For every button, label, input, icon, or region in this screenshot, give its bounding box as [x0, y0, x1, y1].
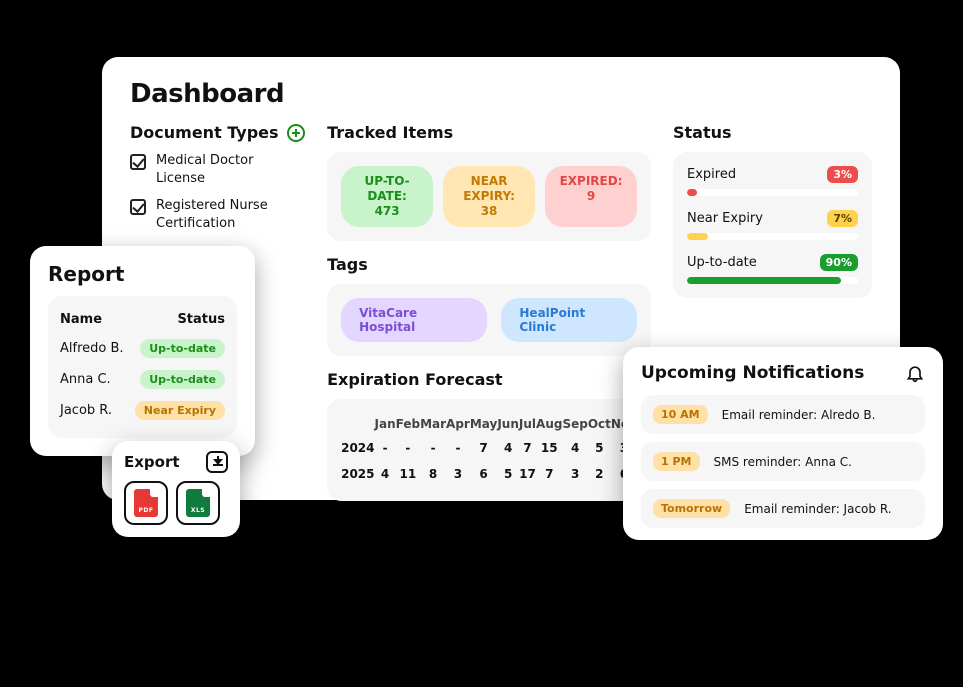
notification-time: Tomorrow [653, 499, 730, 518]
doc-type-item[interactable]: Registered Nurse Certification [130, 197, 305, 232]
download-icon[interactable] [206, 451, 228, 473]
export-pdf-button[interactable]: PDF [124, 481, 168, 525]
status-badge: 90% [820, 254, 858, 271]
notification-text: SMS reminder: Anna C. [714, 455, 852, 469]
forecast-header-row: JanFebMarAprMayJunJulAugSepOctNov [341, 413, 637, 435]
forecast-heading: Expiration Forecast [327, 370, 651, 389]
status-chip: Near Expiry [135, 401, 225, 420]
forecast-row: 2025 4118365177326 [341, 461, 637, 487]
notification-text: Email reminder: Jacob R. [744, 502, 891, 516]
report-card: Report Name Status Alfredo B. Up-to-date… [30, 246, 255, 456]
notification-time: 10 AM [653, 405, 708, 424]
report-row[interactable]: Alfredo B. Up-to-date [60, 333, 225, 364]
status-chip: Up-to-date [140, 339, 225, 358]
status-bar-fill [687, 233, 708, 240]
add-doc-type-icon[interactable] [287, 124, 305, 142]
tracked-stat-expired[interactable]: EXPIRED: 9 [545, 166, 637, 227]
status-bar-fill [687, 277, 841, 284]
notification-item[interactable]: Tomorrow Email reminder: Jacob R. [641, 489, 925, 528]
tag-vitacare[interactable]: VitaCare Hospital [341, 298, 487, 342]
status-panel: Expired 3% Near Expiry 7% [673, 152, 872, 298]
tracked-heading: Tracked Items [327, 123, 651, 142]
notifications-card: Upcoming Notifications 10 AM Email remin… [623, 347, 943, 540]
tag-healpoint[interactable]: HealPoint Clinic [501, 298, 637, 342]
xls-icon: XLS [186, 489, 210, 517]
doc-types-heading: Document Types [130, 123, 305, 142]
tracked-stat-uptodate[interactable]: UP-TO-DATE: 473 [341, 166, 433, 227]
tags-panel: VitaCare Hospital HealPoint Clinic [327, 284, 651, 356]
report-row[interactable]: Anna C. Up-to-date [60, 364, 225, 395]
notification-text: Email reminder: Alredo B. [722, 408, 876, 422]
status-bar-fill [687, 189, 697, 196]
report-header-row: Name Status [60, 306, 225, 333]
notification-item[interactable]: 10 AM Email reminder: Alredo B. [641, 395, 925, 434]
status-badge: 3% [827, 166, 858, 183]
status-heading: Status [673, 123, 872, 142]
status-nearexpiry: Near Expiry 7% [687, 210, 858, 240]
bell-icon[interactable] [905, 363, 925, 383]
checkbox-icon[interactable] [130, 154, 146, 170]
tracked-stat-nearexpiry[interactable]: NEAR EXPIRY: 38 [443, 166, 535, 227]
tracked-panel: UP-TO-DATE: 473 NEAR EXPIRY: 38 EXPIRED:… [327, 152, 651, 241]
notification-item[interactable]: 1 PM SMS reminder: Anna C. [641, 442, 925, 481]
forecast-panel: JanFebMarAprMayJunJulAugSepOctNov 2024 -… [327, 399, 651, 501]
export-card: Export PDF XLS [112, 441, 240, 537]
export-xls-button[interactable]: XLS [176, 481, 220, 525]
report-title: Report [48, 262, 237, 286]
notifications-title: Upcoming Notifications [641, 363, 925, 383]
pdf-icon: PDF [134, 489, 158, 517]
status-uptodate: Up-to-date 90% [687, 254, 858, 284]
status-badge: 7% [827, 210, 858, 227]
status-expired: Expired 3% [687, 166, 858, 196]
doc-type-item[interactable]: Medical Doctor License [130, 152, 305, 187]
notification-time: 1 PM [653, 452, 700, 471]
forecast-row: 2024 ----74715453 [341, 435, 637, 461]
checkbox-icon[interactable] [130, 199, 146, 215]
page-title: Dashboard [130, 79, 872, 109]
report-row[interactable]: Jacob R. Near Expiry [60, 395, 225, 426]
status-chip: Up-to-date [140, 370, 225, 389]
export-title: Export [124, 453, 180, 471]
tags-heading: Tags [327, 255, 651, 274]
